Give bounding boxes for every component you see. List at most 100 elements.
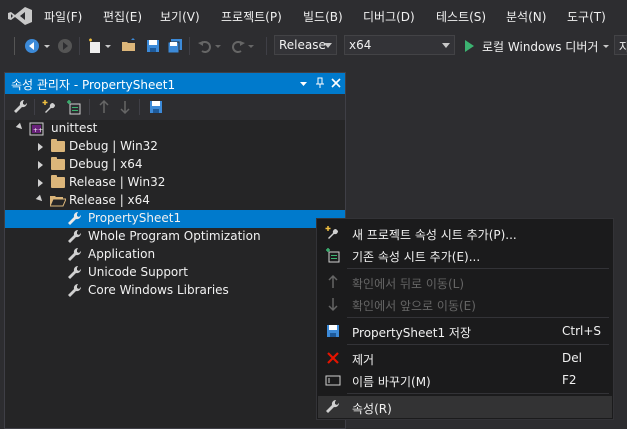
menu-project[interactable]: 프로젝트(P) <box>221 8 282 25</box>
context-menu: 새 프로젝트 속성 시트 추가(P)... 기존 속성 시트 추가(E)... … <box>316 218 614 420</box>
back-icon[interactable] <box>24 38 40 54</box>
menu-edit[interactable]: 편집(E) <box>103 8 142 25</box>
back-dropdown-icon[interactable] <box>43 38 51 54</box>
menu-item-label: 제거 <box>352 353 375 367</box>
chevron-down-icon <box>324 43 332 48</box>
cpp-project-icon: ++ <box>29 122 44 136</box>
save-icon[interactable] <box>145 38 161 54</box>
menu-separator <box>347 317 609 318</box>
tree-item-config[interactable]: Debug | x64 <box>5 156 345 174</box>
tree-item-label: Core Windows Libraries <box>88 283 229 297</box>
panel-title-bar[interactable]: 속성 관리자 - PropertySheet1 <box>5 73 345 94</box>
toolbar-grip[interactable] <box>14 37 15 55</box>
redo-icon[interactable] <box>230 38 246 54</box>
open-folder-icon[interactable] <box>121 38 137 54</box>
property-manager-panel: 속성 관리자 - PropertySheet1 ++ unittest Debu… <box>4 72 346 429</box>
solution-platform-combo[interactable]: x64 <box>344 35 455 55</box>
menu-item-rename[interactable]: 이름 바꾸기(M) F2 <box>318 369 612 391</box>
collapsed-arrow-icon[interactable] <box>38 161 43 169</box>
tree-item-property-sheet[interactable]: Whole Program Optimization <box>5 228 345 246</box>
toolbar-separator <box>139 99 140 115</box>
folder-icon <box>51 139 65 152</box>
menu-file[interactable]: 파일(F) <box>44 8 82 25</box>
tree-item-property-sheet-selected[interactable]: PropertySheet1 <box>5 210 345 228</box>
move-up-icon[interactable] <box>98 99 110 115</box>
configuration-value: Release <box>279 38 326 52</box>
tree-item-property-sheet[interactable]: Application <box>5 246 345 264</box>
standard-toolbar: Release x64 로컬 Windows 디버거 자 <box>0 32 627 60</box>
start-debugging-icon[interactable] <box>463 39 475 53</box>
move-down-icon[interactable] <box>119 99 131 115</box>
tree-item-config[interactable]: Debug | Win32 <box>5 138 345 156</box>
menu-item-remove[interactable]: 제거 Del <box>318 347 612 369</box>
forward-icon[interactable] <box>57 38 73 54</box>
expanded-arrow-icon[interactable] <box>15 122 25 132</box>
tree-item-project[interactable]: ++ unittest <box>5 120 345 138</box>
menu-item-add-new-property-sheet[interactable]: 새 프로젝트 속성 시트 추가(P)... <box>318 222 612 244</box>
collapsed-arrow-icon[interactable] <box>38 143 43 151</box>
visual-studio-logo-icon <box>8 7 32 25</box>
menu-item-label: 속성(R) <box>352 402 392 416</box>
menu-item-properties[interactable]: 속성(R) <box>318 396 612 418</box>
rename-icon <box>325 375 341 386</box>
menu-build[interactable]: 빌드(B) <box>303 8 343 25</box>
menu-item-move-up[interactable]: 확인에서 뒤로 이동(L) <box>318 271 612 293</box>
toolbar-separator <box>189 37 190 55</box>
save-icon[interactable] <box>148 99 164 115</box>
wrench-icon <box>68 211 82 225</box>
redo-dropdown-icon[interactable] <box>247 38 255 54</box>
solution-configuration-combo[interactable]: Release <box>274 35 337 55</box>
close-icon[interactable] <box>331 78 341 88</box>
toolbar-separator <box>79 37 80 55</box>
new-project-icon[interactable] <box>87 38 103 54</box>
overflow-combo[interactable]: 자 <box>614 35 627 55</box>
add-new-property-sheet-icon <box>325 226 339 239</box>
tree-item-label: Whole Program Optimization <box>88 229 261 243</box>
wrench-icon <box>68 283 82 297</box>
pin-icon[interactable] <box>315 77 325 89</box>
tree-item-label: Application <box>88 247 156 261</box>
menu-separator <box>347 344 609 345</box>
window-position-dropdown-icon[interactable] <box>299 79 308 88</box>
delete-x-icon <box>327 352 339 364</box>
debug-target-dropdown-icon[interactable] <box>602 38 610 54</box>
tree-item-property-sheet[interactable]: Unicode Support <box>5 264 345 282</box>
menu-debug[interactable]: 디버그(D) <box>363 8 415 25</box>
undo-dropdown-icon[interactable] <box>214 38 222 54</box>
menu-item-shortcut: F2 <box>562 373 577 387</box>
open-folder-icon <box>50 196 66 207</box>
menu-item-label: 확인에서 뒤로 이동(L) <box>352 277 464 291</box>
toolbar-separator <box>34 99 35 115</box>
menu-test[interactable]: 테스트(S) <box>436 8 486 25</box>
wrench-icon <box>326 399 340 413</box>
save-icon <box>327 325 339 337</box>
folder-icon <box>51 175 65 188</box>
wrench-icon <box>68 265 82 279</box>
menu-separator <box>347 393 609 394</box>
menu-item-shortcut: Del <box>562 351 582 365</box>
menu-item-save[interactable]: PropertySheet1 저장 Ctrl+S <box>318 320 612 342</box>
tree-item-property-sheet[interactable]: Core Windows Libraries <box>5 282 345 300</box>
menu-item-label: 이름 바꾸기(M) <box>352 375 431 389</box>
save-all-icon[interactable] <box>167 38 183 54</box>
add-new-property-sheet-icon[interactable] <box>42 99 58 115</box>
tree-item-config[interactable]: Release | x64 <box>5 192 345 210</box>
add-existing-property-sheet-icon[interactable] <box>66 99 82 115</box>
tree-item-config[interactable]: Release | Win32 <box>5 174 345 192</box>
undo-icon[interactable] <box>197 38 213 54</box>
debug-target-label[interactable]: 로컬 Windows 디버거 <box>482 38 598 55</box>
menu-tools[interactable]: 도구(T) <box>567 8 606 25</box>
collapsed-arrow-icon[interactable] <box>38 179 43 187</box>
menu-item-move-down[interactable]: 확인에서 앞으로 이동(E) <box>318 293 612 315</box>
platform-value: x64 <box>349 38 372 52</box>
tree-item-label: Release | Win32 <box>69 175 166 189</box>
menu-item-add-existing-property-sheet[interactable]: 기존 속성 시트 추가(E)... <box>318 244 612 266</box>
new-dropdown-icon[interactable] <box>104 38 112 54</box>
menu-view[interactable]: 보기(V) <box>160 8 200 25</box>
expanded-arrow-icon[interactable] <box>35 194 45 204</box>
wrench-icon[interactable] <box>13 99 29 115</box>
menu-item-label: 새 프로젝트 속성 시트 추가(P)... <box>352 228 517 242</box>
menu-analyze[interactable]: 분석(N) <box>506 8 546 25</box>
tree-item-label: Unicode Support <box>88 265 188 279</box>
move-down-icon <box>328 298 338 312</box>
